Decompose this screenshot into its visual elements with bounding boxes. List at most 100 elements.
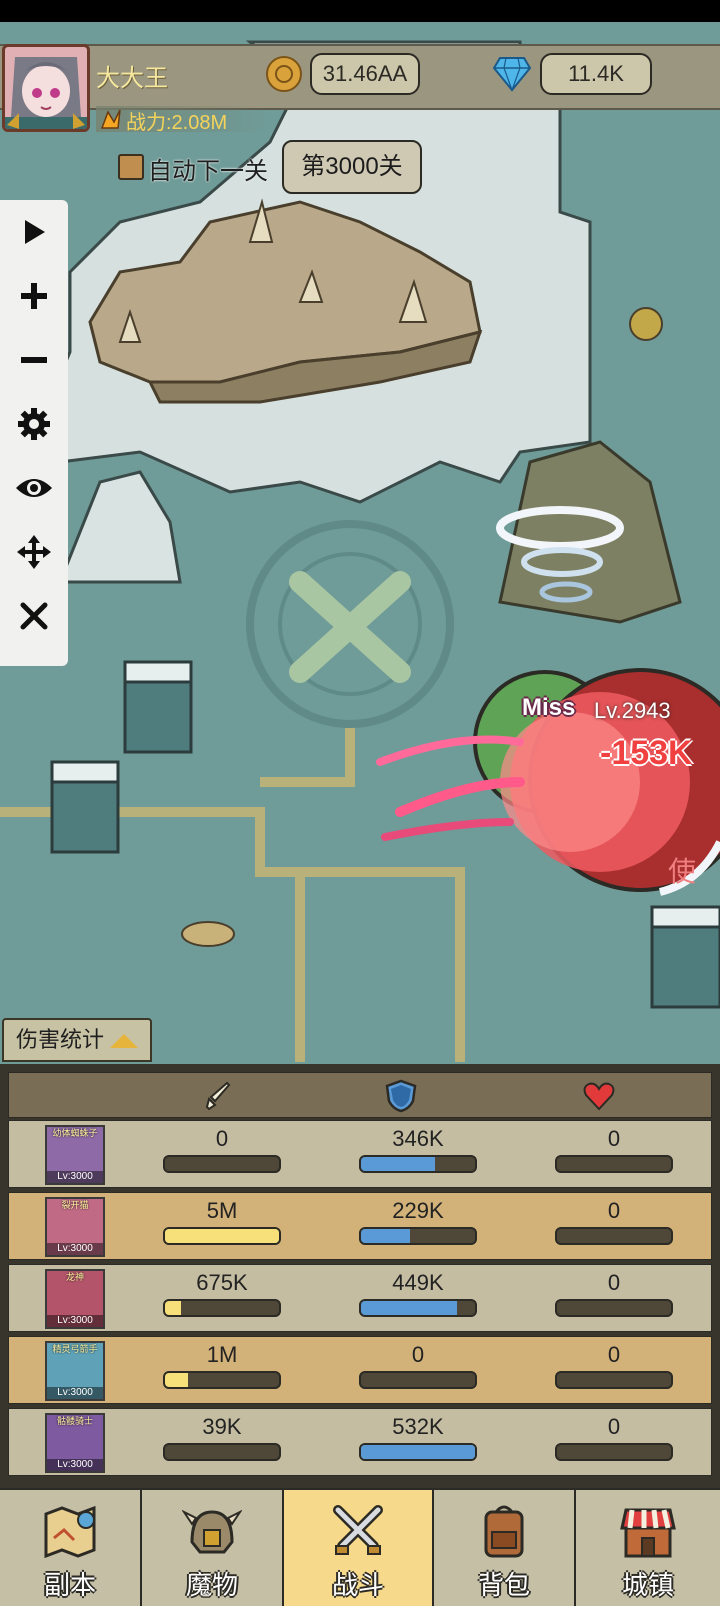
damage-row: 幼体蜘蛛子 Lv:3000 0 346K 0 <box>8 1120 712 1188</box>
defense-bar <box>359 1227 477 1245</box>
nav-label: 魔物 <box>185 1570 238 1600</box>
zoom-in-icon[interactable] <box>8 270 60 322</box>
attack-value: 39K <box>202 1414 242 1439</box>
heal-bar <box>555 1227 673 1245</box>
heal-bar <box>555 1443 673 1461</box>
backpack-icon <box>484 1505 524 1558</box>
damage-number: -153K <box>600 734 693 772</box>
power-icon <box>100 109 121 129</box>
heal-bar <box>555 1155 673 1173</box>
play-icon[interactable] <box>8 206 60 258</box>
nav-label: 背包 <box>477 1570 530 1600</box>
defense-value: 0 <box>411 1342 425 1367</box>
damage-row: 骷髅骑士 Lv:3000 39K 532K 0 <box>8 1408 712 1476</box>
monster-name: 龙神 <box>65 1272 84 1282</box>
heal-cell: 0 <box>555 1269 673 1317</box>
side-toolbar <box>0 200 68 666</box>
monster-name: 裂开猫 <box>61 1200 89 1210</box>
monster-portrait[interactable]: 裂开猫 Lv:3000 <box>45 1197 105 1257</box>
attack-cell: 0 <box>163 1125 281 1173</box>
enemy-level-label: Lv.2943 <box>594 698 671 723</box>
monster-portrait[interactable]: 精灵弓箭手 Lv:3000 <box>45 1341 105 1401</box>
heal-value: 0 <box>607 1126 621 1151</box>
monster-level: Lv:3000 <box>47 1171 103 1183</box>
gear-icon[interactable] <box>8 398 60 450</box>
defense-bar <box>359 1371 477 1389</box>
eye-icon[interactable] <box>8 462 60 514</box>
zoom-out-icon[interactable] <box>8 334 60 386</box>
attack-cell: 675K <box>163 1269 281 1317</box>
defense-bar-fill <box>361 1301 457 1315</box>
monster-portrait[interactable]: 幼体蜘蛛子 Lv:3000 <box>45 1125 105 1185</box>
combat-power: 战力:2.08M <box>126 112 228 134</box>
heal-cell: 0 <box>555 1197 673 1245</box>
defense-cell: 229K <box>359 1197 477 1245</box>
heal-value: 0 <box>607 1342 621 1367</box>
nav-dungeon[interactable]: 副本 <box>0 1490 142 1606</box>
auto-next-label[interactable]: 自动下一关 <box>148 151 268 186</box>
town-shop-icon <box>620 1508 676 1558</box>
defense-bar-fill <box>361 1157 436 1171</box>
monster-level: Lv:3000 <box>47 1387 103 1399</box>
defense-cell: 449K <box>359 1269 477 1317</box>
attack-bar <box>163 1227 281 1245</box>
defense-cell: 532K <box>359 1413 477 1461</box>
defense-bar-fill <box>361 1445 475 1459</box>
diamond-icon <box>492 57 532 92</box>
enemy-name-label: 使 <box>668 856 697 887</box>
attack-bar <box>163 1155 281 1173</box>
attack-bar-fill <box>165 1229 279 1243</box>
sword-icon <box>205 1081 231 1111</box>
attack-value: 0 <box>215 1126 229 1151</box>
heal-cell: 0 <box>555 1125 673 1173</box>
defense-bar <box>359 1155 477 1173</box>
crossed-swords-icon <box>333 1505 383 1555</box>
attack-cell: 39K <box>163 1413 281 1461</box>
player-avatar[interactable] <box>2 44 90 132</box>
monster-name: 幼体蜘蛛子 <box>52 1128 98 1138</box>
monster-portrait[interactable]: 骷髅骑士 Lv:3000 <box>45 1413 105 1473</box>
attack-bar <box>163 1371 281 1389</box>
map-icon <box>44 1505 96 1559</box>
heal-value: 0 <box>607 1414 621 1439</box>
monster-level: Lv:3000 <box>47 1243 103 1255</box>
monster-portrait[interactable]: 龙神 Lv:3000 <box>45 1269 105 1329</box>
auto-next-checkbox[interactable] <box>118 154 144 180</box>
damage-row: 龙神 Lv:3000 675K 449K 0 <box>8 1264 712 1332</box>
attack-value: 675K <box>196 1270 248 1295</box>
heal-value: 0 <box>607 1270 621 1295</box>
heal-cell: 0 <box>555 1413 673 1461</box>
shield-icon <box>385 1079 417 1113</box>
defense-value: 346K <box>392 1126 444 1151</box>
attack-value: 5M <box>206 1198 238 1223</box>
monster-name: 精灵弓箭手 <box>52 1344 98 1354</box>
nav-label: 副本 <box>43 1570 96 1600</box>
monster-level: Lv:3000 <box>47 1459 103 1471</box>
miss-text: Miss <box>522 694 576 721</box>
monster-helmet-icon <box>182 1509 242 1554</box>
nav-label: 城镇 <box>621 1570 674 1600</box>
nav-monsters[interactable]: 魔物 <box>142 1490 284 1606</box>
damage-stats-tab[interactable]: 伤害统计 <box>2 1018 152 1062</box>
monster-level: Lv:3000 <box>47 1315 103 1327</box>
close-icon[interactable] <box>8 590 60 642</box>
nav-backpack[interactable]: 背包 <box>434 1490 576 1606</box>
defense-value: 532K <box>392 1414 444 1439</box>
heal-bar <box>555 1299 673 1317</box>
attack-bar-fill <box>165 1373 188 1387</box>
player-name: 大大王 <box>96 65 168 92</box>
move-icon[interactable] <box>8 526 60 578</box>
heart-icon <box>583 1082 615 1111</box>
collapse-arrow-icon <box>110 1034 138 1048</box>
defense-bar-fill <box>361 1229 411 1243</box>
defense-cell: 346K <box>359 1125 477 1173</box>
status-bar <box>0 0 720 22</box>
attack-bar-fill <box>165 1301 181 1315</box>
nav-town[interactable]: 城镇 <box>576 1490 720 1606</box>
defense-bar <box>359 1299 477 1317</box>
damage-row: 精灵弓箭手 Lv:3000 1M 0 0 <box>8 1336 712 1404</box>
attack-cell: 5M <box>163 1197 281 1245</box>
stage-button[interactable]: 第3000关 <box>282 140 422 194</box>
attack-value: 1M <box>206 1342 238 1367</box>
nav-battle[interactable]: 战斗 <box>284 1490 434 1606</box>
